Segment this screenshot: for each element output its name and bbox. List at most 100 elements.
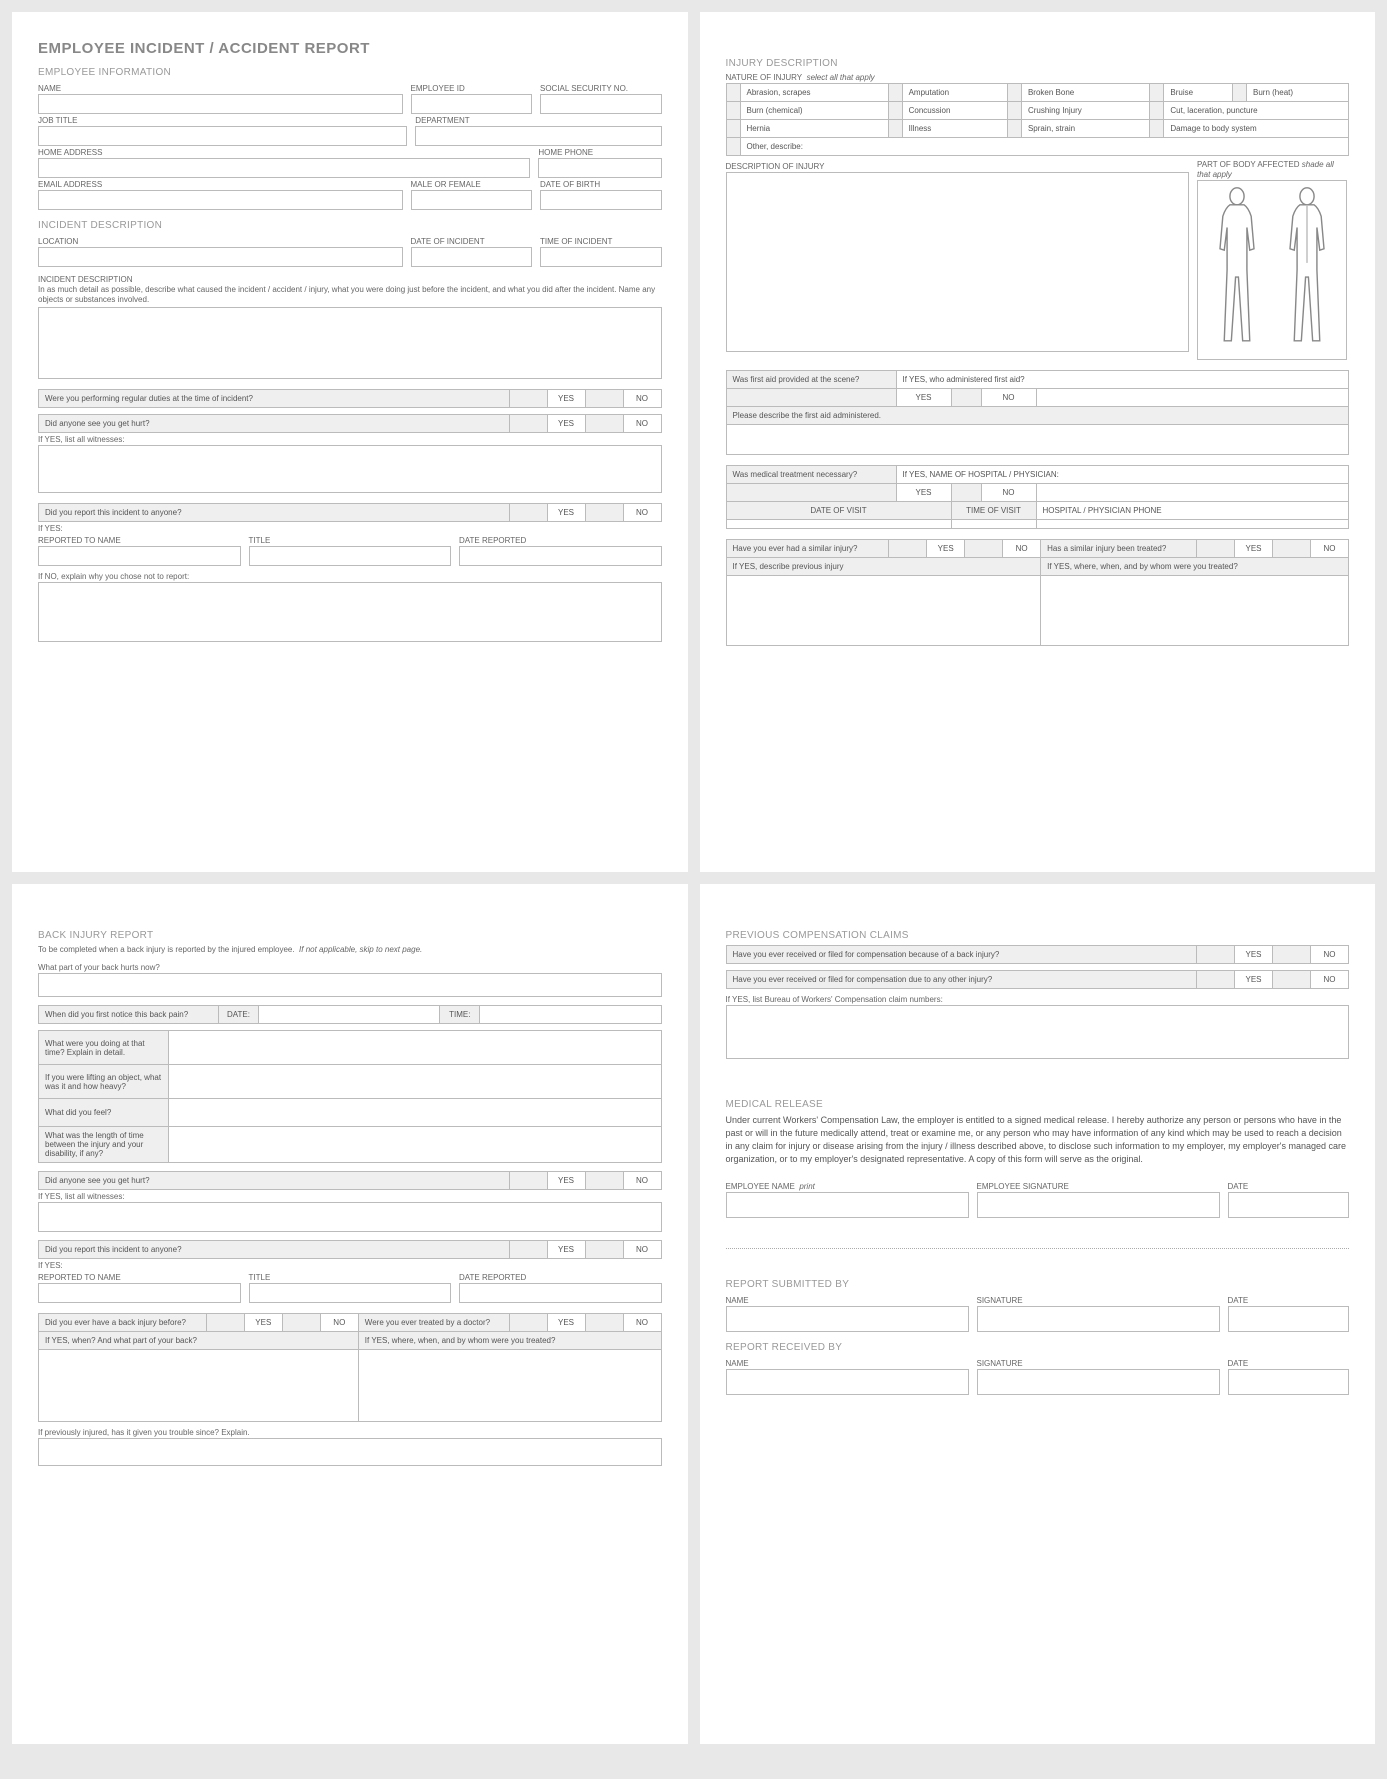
input-rep-name-back[interactable]	[38, 1283, 241, 1303]
input-emp-name[interactable]	[726, 1192, 969, 1218]
label-witness-back: If YES, list all witnesses:	[38, 1190, 662, 1202]
input-sim-where[interactable]	[1041, 576, 1349, 646]
label-rep-title: TITLE	[249, 534, 452, 546]
input-inc-desc[interactable]	[38, 307, 662, 379]
label-home-addr: HOME ADDRESS	[38, 146, 530, 158]
input-fa-desc[interactable]	[726, 425, 1349, 455]
nature-bruise: Bruise	[1164, 84, 1233, 102]
q-comp-back: Have you ever received or filed for comp…	[726, 946, 1197, 964]
input-prev-trouble[interactable]	[38, 1438, 662, 1466]
nature-body-system: Damage to body system	[1164, 120, 1349, 138]
page-4: PREVIOUS COMPENSATION CLAIMS Have you ev…	[700, 884, 1376, 1744]
input-toi[interactable]	[540, 247, 662, 267]
input-notice-time[interactable]	[480, 1006, 661, 1024]
input-rep-date[interactable]	[459, 546, 662, 566]
input-emp-sig[interactable]	[977, 1192, 1220, 1218]
input-prev-when[interactable]	[39, 1350, 359, 1422]
yes-prev-back: YES	[244, 1314, 282, 1332]
input-rep-date-back[interactable]	[459, 1283, 662, 1303]
input-home-phone[interactable]	[538, 158, 661, 178]
yes-med: YES	[896, 484, 951, 502]
input-loc[interactable]	[38, 247, 403, 267]
input-hp-phone[interactable]	[1036, 520, 1349, 529]
label-if-yes-report: If YES:	[38, 522, 662, 534]
input-prev-where[interactable]	[358, 1350, 661, 1422]
q-med: Was medical treatment necessary?	[726, 466, 896, 484]
input-desc-inj[interactable]	[726, 172, 1190, 352]
body-diagram[interactable]	[1197, 180, 1347, 360]
label-date: DATE:	[219, 1006, 259, 1024]
input-fa-who[interactable]	[1036, 389, 1349, 407]
yes-seen-back: YES	[547, 1172, 585, 1190]
label-ssn: SOCIAL SECURITY NO.	[540, 82, 662, 94]
input-sub-name[interactable]	[726, 1306, 969, 1332]
input-mf[interactable]	[411, 190, 533, 210]
input-email[interactable]	[38, 190, 403, 210]
label-rec-date: DATE	[1228, 1357, 1350, 1369]
input-rec-sig[interactable]	[977, 1369, 1220, 1395]
label-witness: If YES, list all witnesses:	[38, 433, 662, 445]
input-dept[interactable]	[415, 126, 661, 146]
label-nature: NATURE OF INJURY	[726, 73, 803, 82]
input-emp-sig-date[interactable]	[1228, 1192, 1350, 1218]
input-rec-date[interactable]	[1228, 1369, 1350, 1395]
section-received: REPORT RECEIVED BY	[726, 1342, 1350, 1353]
page-3: BACK INJURY REPORT To be completed when …	[12, 884, 688, 1744]
input-doing[interactable]	[169, 1031, 662, 1065]
label-emp-name: EMPLOYEE NAME print	[726, 1180, 969, 1192]
yes-comp-other: YES	[1235, 971, 1273, 989]
input-tov[interactable]	[951, 520, 1036, 529]
note-nature: select all that apply	[807, 73, 875, 82]
nature-sprain: Sprain, strain	[1021, 120, 1149, 138]
label-job: JOB TITLE	[38, 114, 407, 126]
input-name[interactable]	[38, 94, 403, 114]
label-desc-inj: DESCRIPTION OF INJURY	[726, 160, 1190, 172]
input-rep-title[interactable]	[249, 546, 452, 566]
no-comp-back: NO	[1311, 946, 1349, 964]
no-prev-back: NO	[320, 1314, 358, 1332]
input-sub-date[interactable]	[1228, 1306, 1350, 1332]
input-ssn[interactable]	[540, 94, 662, 114]
input-sim-prev[interactable]	[726, 576, 1041, 646]
input-notice-date[interactable]	[259, 1006, 440, 1024]
nature-broken-bone: Broken Bone	[1021, 84, 1149, 102]
nature-other: Other, describe:	[740, 138, 1349, 156]
input-witness[interactable]	[38, 445, 662, 493]
input-witness-back[interactable]	[38, 1202, 662, 1232]
input-rep-name[interactable]	[38, 546, 241, 566]
q-prev-dr: Were you ever treated by a doctor?	[358, 1314, 509, 1332]
label-body-aff: PART OF BODY AFFECTED	[1197, 160, 1300, 169]
input-back-part[interactable]	[38, 973, 662, 997]
input-home-addr[interactable]	[38, 158, 530, 178]
input-rec-name[interactable]	[726, 1369, 969, 1395]
input-empid[interactable]	[411, 94, 533, 114]
input-dov[interactable]	[726, 520, 951, 529]
yes-report: YES	[547, 504, 585, 522]
label-emp-sig-date: DATE	[1228, 1180, 1350, 1192]
no-prev-dr: NO	[623, 1314, 661, 1332]
input-lift[interactable]	[169, 1065, 662, 1099]
label-empid: EMPLOYEE ID	[411, 82, 533, 94]
label-fa-who: If YES, who administered first aid?	[896, 371, 1349, 389]
nature-burn-heat: Burn (heat)	[1247, 84, 1349, 102]
label-home-phone: HOME PHONE	[538, 146, 661, 158]
label-sub-date: DATE	[1228, 1294, 1350, 1306]
back-sub-it: If not applicable, skip to next page.	[299, 945, 422, 954]
input-len[interactable]	[169, 1127, 662, 1163]
label-sub-name: NAME	[726, 1294, 969, 1306]
input-sub-sig[interactable]	[977, 1306, 1220, 1332]
label-rep-date: DATE REPORTED	[459, 534, 662, 546]
input-rep-title-back[interactable]	[249, 1283, 452, 1303]
input-job[interactable]	[38, 126, 407, 146]
label-inc-desc: INCIDENT DESCRIPTION	[38, 273, 662, 285]
input-bureau[interactable]	[726, 1005, 1350, 1059]
label-time: TIME:	[440, 1006, 480, 1024]
input-med-name[interactable]	[1036, 484, 1349, 502]
no-report: NO	[623, 504, 661, 522]
label-dov: DATE OF VISIT	[726, 502, 951, 520]
input-if-no[interactable]	[38, 582, 662, 642]
input-dob[interactable]	[540, 190, 662, 210]
input-doi[interactable]	[411, 247, 533, 267]
input-feel[interactable]	[169, 1099, 662, 1127]
yes-prev-dr: YES	[547, 1314, 585, 1332]
